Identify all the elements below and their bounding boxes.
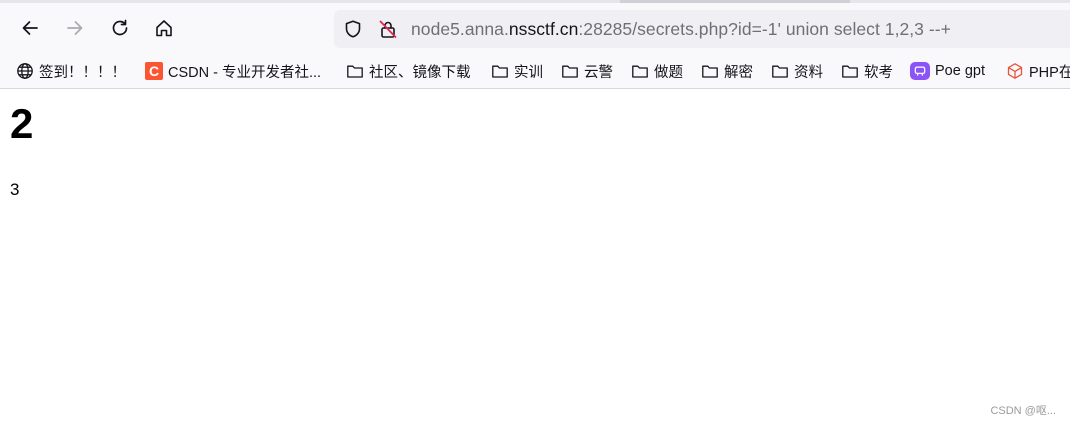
- page-paragraph: 3: [10, 180, 20, 199]
- url-text[interactable]: node5.anna.nssctf.cn:28285/secrets.php?i…: [411, 19, 951, 39]
- bookmark-folder[interactable]: 云警: [561, 60, 613, 82]
- url-path: :28285/secrets.php?id=-1' union select 1…: [578, 19, 951, 39]
- reload-button[interactable]: [104, 12, 136, 44]
- bookmark-label: Poe gpt: [935, 63, 985, 79]
- bookmark-label: 实训: [514, 64, 543, 81]
- home-button[interactable]: [148, 12, 180, 44]
- folder-icon: [561, 62, 579, 80]
- bookmark-item[interactable]: 签到！！！！: [16, 60, 126, 82]
- bookmark-item[interactable]: C CSDN - 专业开发者社...: [145, 60, 321, 82]
- bookmark-item[interactable]: PHP在: [1006, 60, 1070, 82]
- folder-icon: [841, 62, 859, 80]
- bookmark-folder[interactable]: 解密: [701, 60, 753, 82]
- bookmarks-bar: 签到！！！！ C CSDN - 专业开发者社... 社区、镜像下载 实训 云警 …: [0, 54, 1070, 89]
- php-icon: [1006, 62, 1024, 80]
- globe-icon: [16, 62, 34, 80]
- bookmark-label: CSDN - 专业开发者社...: [168, 64, 322, 81]
- folder-icon: [491, 62, 509, 80]
- bookmark-label: 软考: [864, 64, 893, 81]
- folder-icon: [346, 62, 364, 80]
- arrow-right-icon: [67, 21, 83, 35]
- poe-icon: [910, 62, 930, 80]
- bookmark-label: 资料: [794, 64, 823, 81]
- bookmark-folder[interactable]: 实训: [491, 60, 543, 82]
- folder-icon: [701, 62, 719, 80]
- bookmark-folder[interactable]: 社区、镜像下载: [346, 60, 471, 82]
- page-heading: 2: [10, 100, 34, 147]
- bookmark-label: PHP在: [1029, 64, 1070, 81]
- bookmark-label: 签到！！！！: [39, 64, 126, 81]
- url-domain: nssctf.cn: [508, 19, 579, 39]
- address-bar[interactable]: node5.anna.nssctf.cn:28285/secrets.php?i…: [334, 10, 1070, 48]
- forward-button[interactable]: [59, 12, 91, 44]
- csdn-icon: C: [145, 62, 163, 80]
- folder-icon: [631, 62, 649, 80]
- reload-icon: [112, 19, 128, 36]
- bookmark-folder[interactable]: 资料: [771, 60, 823, 82]
- arrow-left-icon: [22, 21, 38, 35]
- navigation-toolbar: node5.anna.nssctf.cn:28285/secrets.php?i…: [0, 3, 1070, 54]
- bookmark-folder[interactable]: 软考: [841, 60, 893, 82]
- page-content: 2 3 CSDN @呕...: [0, 89, 1070, 425]
- bookmark-folder[interactable]: 做题: [631, 60, 683, 82]
- bookmark-label: 社区、镜像下载: [369, 64, 471, 81]
- bookmark-label: 解密: [724, 64, 753, 81]
- home-icon: [156, 20, 172, 37]
- shield-icon[interactable]: [343, 19, 363, 39]
- bookmark-label: 做题: [654, 64, 683, 81]
- csdn-watermark: CSDN @呕...: [990, 405, 1056, 417]
- back-button[interactable]: [14, 12, 46, 44]
- folder-icon: [771, 62, 789, 80]
- url-prefix: node5.anna.: [411, 19, 509, 39]
- bookmark-label: 云警: [584, 64, 613, 81]
- insecure-lock-icon[interactable]: [378, 19, 398, 39]
- bookmark-item[interactable]: Poe gpt: [910, 60, 985, 82]
